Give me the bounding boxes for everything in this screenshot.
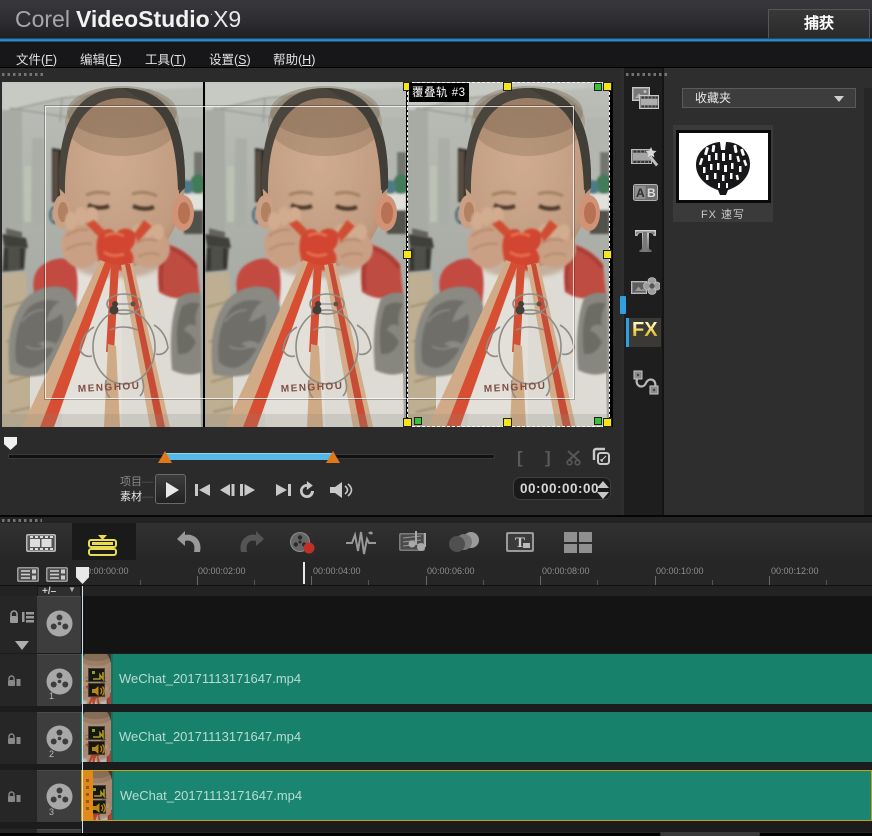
- svg-text:B: B: [647, 186, 656, 200]
- svg-text:A: A: [636, 186, 645, 200]
